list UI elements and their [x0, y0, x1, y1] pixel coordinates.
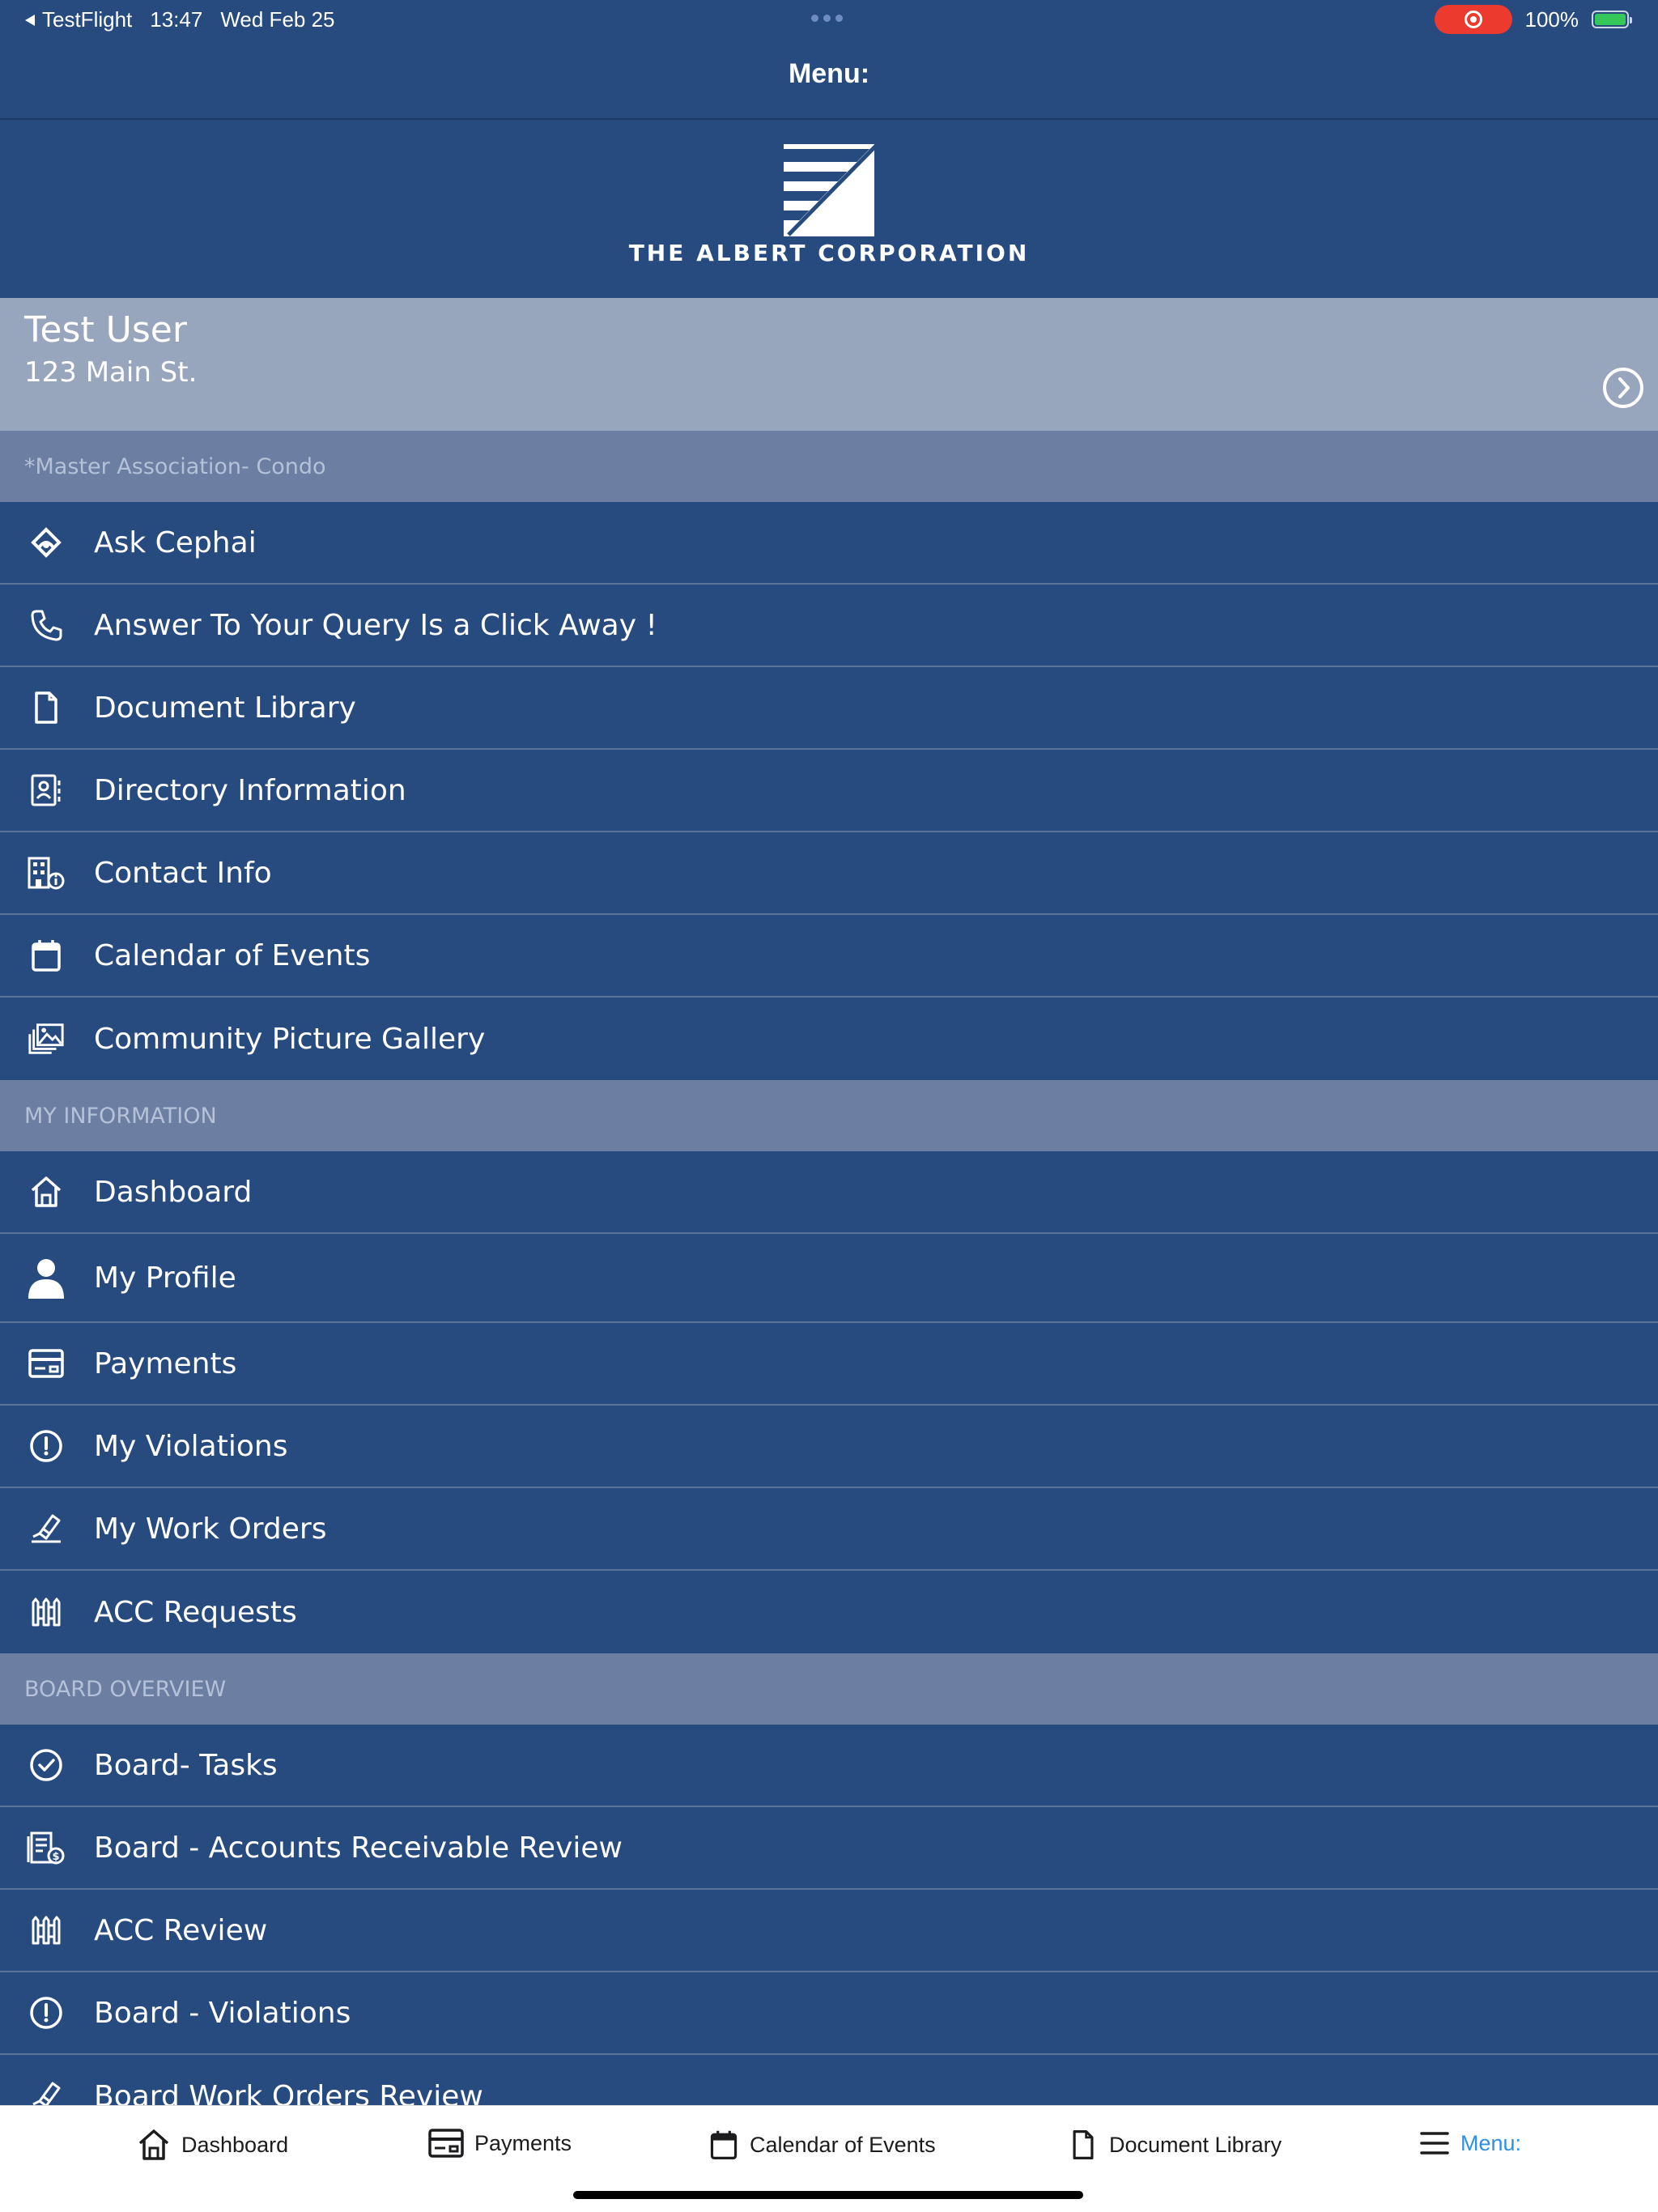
check-circle-icon	[27, 1746, 66, 1784]
menu-item-community-picture-gallery[interactable]: Community Picture Gallery	[0, 998, 1658, 1080]
section-header-board-overview: BOARD OVERVIEW	[0, 1653, 1658, 1725]
menu-item-label: Dashboard	[94, 1175, 253, 1209]
user-address: 123 Main St.	[24, 356, 198, 389]
section-header-label: BOARD OVERVIEW	[24, 1676, 227, 1702]
gallery-icon	[27, 1019, 66, 1058]
tab-label: Document Library	[1109, 2132, 1282, 2157]
battery-icon	[1592, 11, 1632, 28]
status-date: Wed Feb 25	[220, 7, 335, 32]
association-label: *Master Association- Condo	[24, 453, 326, 479]
menu-item-directory-information[interactable]: Directory Information	[0, 750, 1658, 832]
menu-item-document-library[interactable]: Document Library	[0, 667, 1658, 750]
back-triangle-icon	[25, 14, 35, 26]
user-card[interactable]: Test User 123 Main St.	[0, 298, 1658, 431]
menu-item-dashboard[interactable]: Dashboard	[0, 1151, 1658, 1234]
ask-cephai-icon	[27, 523, 66, 562]
menu-item-label: Board- Tasks	[94, 1748, 278, 1782]
menu-item-label: Board - Violations	[94, 1996, 351, 2030]
user-name: Test User	[24, 309, 187, 351]
menu-item-payments[interactable]: Payments	[0, 1323, 1658, 1406]
work-order-icon	[27, 1509, 66, 1548]
status-bar: TestFlight 13:47 Wed Feb 25 100%	[0, 0, 1658, 37]
menu-item-label: Board - Accounts Receivable Review	[94, 1831, 623, 1865]
menu-item-label: ACC Requests	[94, 1595, 297, 1629]
menu-item-board-tasks[interactable]: Board- Tasks	[0, 1725, 1658, 1807]
menu-item-label: My Work Orders	[94, 1512, 327, 1546]
tab-label: Calendar of Events	[750, 2132, 936, 2157]
back-app-label: TestFlight	[42, 7, 133, 32]
page-title: Menu:	[788, 57, 870, 89]
document-icon	[1073, 2130, 1094, 2159]
menu-item-label: Directory Information	[94, 773, 406, 807]
section-header-label: MY INFORMATION	[24, 1103, 217, 1129]
directory-icon	[27, 771, 66, 810]
tab-document-library[interactable]: Document Library	[1067, 2127, 1282, 2163]
menu-item-label: Contact Info	[94, 856, 272, 890]
battery-percent: 100%	[1524, 6, 1579, 32]
hamburger-icon	[1420, 2132, 1449, 2155]
tab-calendar-of-events[interactable]: Calendar of Events	[708, 2127, 936, 2163]
alert-circle-icon	[27, 1427, 66, 1465]
nav-bar: Menu:	[0, 37, 1658, 120]
menu-item-label: Calendar of Events	[94, 938, 371, 972]
menu-item-label: Answer To Your Query Is a Click Away !	[94, 608, 657, 642]
phone-icon	[27, 606, 66, 644]
menu-item-contact-info[interactable]: Contact Info	[0, 832, 1658, 915]
tab-payments[interactable]: Payments	[427, 2127, 572, 2159]
home-icon	[138, 2129, 169, 2160]
brand-logo: THE ALBERT CORPORATION	[0, 121, 1658, 298]
receivable-icon: $	[27, 1828, 66, 1867]
menu-item-label: Payments	[94, 1346, 237, 1380]
menu-item-board-accounts-receivable[interactable]: $ Board - Accounts Receivable Review	[0, 1807, 1658, 1890]
building-info-icon	[27, 853, 66, 892]
menu-item-my-violations[interactable]: My Violations	[0, 1406, 1658, 1488]
menu-item-label: ACC Review	[94, 1913, 268, 1947]
section-header-association: *Master Association- Condo	[0, 431, 1658, 502]
tab-label: Payments	[474, 2130, 572, 2155]
svg-text:$: $	[52, 1851, 59, 1863]
menu-item-label: Document Library	[94, 691, 356, 725]
chevron-right-circle-icon[interactable]	[1601, 366, 1645, 410]
menu-item-my-profile[interactable]: My Profile	[0, 1234, 1658, 1323]
tab-label: Dashboard	[181, 2132, 289, 2157]
document-icon	[27, 688, 66, 727]
menu-item-label: My Profile	[94, 1261, 236, 1295]
screen-recording-indicator[interactable]	[1434, 5, 1512, 34]
status-time: 13:47	[150, 7, 203, 32]
menu-item-ask-cephai[interactable]: Ask Cephai	[0, 502, 1658, 585]
record-icon	[1464, 11, 1482, 28]
calendar-icon	[27, 936, 66, 975]
menu-item-answer-query[interactable]: Answer To Your Query Is a Click Away !	[0, 585, 1658, 667]
back-to-testflight[interactable]: TestFlight	[24, 7, 132, 32]
menu-item-board-violations[interactable]: Board - Violations	[0, 1972, 1658, 2055]
payment-card-icon	[428, 2129, 464, 2158]
tab-dashboard[interactable]: Dashboard	[136, 2127, 288, 2163]
menu-item-label: Community Picture Gallery	[94, 1022, 486, 1056]
tab-label: Menu:	[1460, 2130, 1522, 2155]
multitasking-dots[interactable]	[811, 15, 843, 22]
tab-menu[interactable]: Menu:	[1418, 2127, 1521, 2159]
fence-icon	[27, 1593, 66, 1631]
menu-item-label: My Violations	[94, 1429, 288, 1463]
home-indicator[interactable]	[573, 2191, 1083, 2199]
calendar-icon	[710, 2130, 738, 2159]
menu-item-calendar-of-events[interactable]: Calendar of Events	[0, 915, 1658, 998]
menu-item-acc-review[interactable]: ACC Review	[0, 1890, 1658, 1972]
menu-item-acc-requests[interactable]: ACC Requests	[0, 1571, 1658, 1653]
payment-card-icon	[27, 1344, 66, 1383]
menu-item-my-work-orders[interactable]: My Work Orders	[0, 1488, 1658, 1571]
fence-icon	[27, 1911, 66, 1950]
albert-corporation-logo-icon	[784, 144, 878, 236]
section-header-my-information: MY INFORMATION	[0, 1080, 1658, 1151]
menu-item-label: Ask Cephai	[94, 525, 257, 559]
home-icon	[27, 1172, 66, 1211]
logo-text: THE ALBERT CORPORATION	[628, 240, 1030, 266]
person-icon	[27, 1258, 66, 1299]
alert-circle-icon	[27, 1993, 66, 2032]
